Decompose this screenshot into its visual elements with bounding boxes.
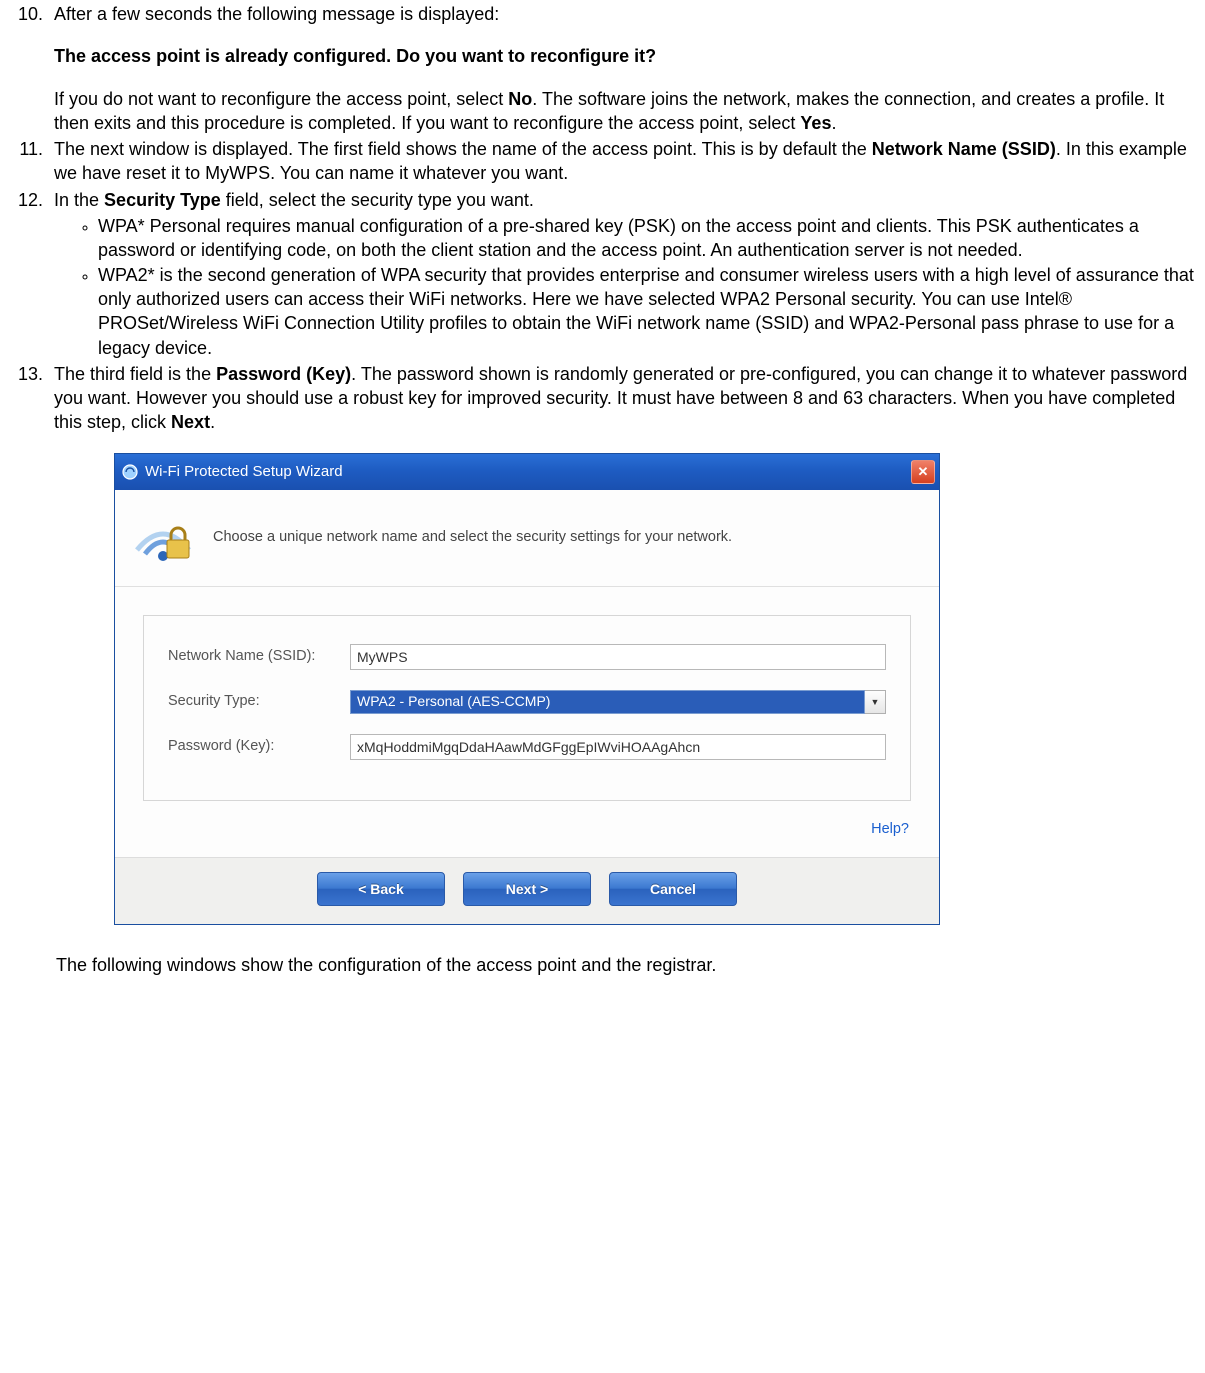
wizard-dialog: Wi-Fi Protected Setup Wizard ✕ bbox=[114, 453, 940, 926]
next-button[interactable]: Next > bbox=[463, 872, 591, 906]
step-12: In the Security Type field, select the s… bbox=[48, 188, 1197, 360]
step-10-post-c: . bbox=[831, 113, 836, 133]
step-13-bold2: Next bbox=[171, 412, 210, 432]
back-button[interactable]: < Back bbox=[317, 872, 445, 906]
banner: Choose a unique network name and select … bbox=[115, 490, 939, 587]
select-sectype[interactable]: WPA2 - Personal (AES-CCMP) ▼ bbox=[350, 690, 886, 714]
step-13-bold1: Password (Key) bbox=[216, 364, 351, 384]
step-10: After a few seconds the following messag… bbox=[48, 2, 1197, 135]
closing-paragraph: The following windows show the configura… bbox=[56, 953, 1197, 977]
cancel-button[interactable]: Cancel bbox=[609, 872, 737, 906]
label-sectype: Security Type: bbox=[168, 692, 350, 712]
step-13-c: . bbox=[210, 412, 215, 432]
help-link[interactable]: Help? bbox=[871, 821, 909, 837]
step-10-boldline: The access point is already configured. … bbox=[54, 46, 656, 66]
row-password: Password (Key): bbox=[168, 734, 886, 760]
step-12-a: In the bbox=[54, 190, 104, 210]
chevron-down-icon: ▼ bbox=[865, 690, 886, 714]
select-sectype-value: WPA2 - Personal (AES-CCMP) bbox=[350, 690, 865, 714]
instruction-list: After a few seconds the following messag… bbox=[10, 2, 1197, 925]
dialog-body: Choose a unique network name and select … bbox=[115, 490, 939, 925]
label-ssid: Network Name (SSID): bbox=[168, 647, 350, 667]
row-ssid: Network Name (SSID): bbox=[168, 644, 886, 670]
close-button[interactable]: ✕ bbox=[911, 460, 935, 484]
step-11-a: The next window is displayed. The first … bbox=[54, 139, 872, 159]
step-12-sub-0: WPA* Personal requires manual configurat… bbox=[98, 214, 1197, 263]
step-12-sub-1: WPA2* is the second generation of WPA se… bbox=[98, 263, 1197, 360]
step-12-bold: Security Type bbox=[104, 190, 221, 210]
wizard-screenshot: Wi-Fi Protected Setup Wizard ✕ bbox=[114, 453, 1197, 926]
banner-text: Choose a unique network name and select … bbox=[213, 528, 732, 548]
form-area: Network Name (SSID): Security Type: WPA2… bbox=[143, 615, 911, 801]
step-10-intro: After a few seconds the following messag… bbox=[54, 4, 499, 24]
dialog-title: Wi-Fi Protected Setup Wizard bbox=[145, 462, 911, 482]
close-icon: ✕ bbox=[918, 463, 929, 481]
step-11: The next window is displayed. The first … bbox=[48, 137, 1197, 186]
row-sectype: Security Type: WPA2 - Personal (AES-CCMP… bbox=[168, 690, 886, 714]
step-10-no: No bbox=[508, 89, 532, 109]
step-10-yes: Yes bbox=[800, 113, 831, 133]
app-icon bbox=[121, 463, 139, 481]
wifi-lock-icon bbox=[131, 510, 195, 566]
step-13-a: The third field is the bbox=[54, 364, 216, 384]
input-ssid[interactable] bbox=[350, 644, 886, 670]
titlebar: Wi-Fi Protected Setup Wizard ✕ bbox=[115, 454, 939, 490]
step-12-sublist: WPA* Personal requires manual configurat… bbox=[54, 214, 1197, 360]
step-11-bold: Network Name (SSID) bbox=[872, 139, 1056, 159]
step-10-post-a: If you do not want to reconfigure the ac… bbox=[54, 89, 508, 109]
step-13: The third field is the Password (Key). T… bbox=[48, 362, 1197, 925]
label-password: Password (Key): bbox=[168, 737, 350, 757]
input-password[interactable] bbox=[350, 734, 886, 760]
step-12-b: field, select the security type you want… bbox=[221, 190, 534, 210]
help-row: Help? bbox=[115, 819, 939, 858]
button-bar: < Back Next > Cancel bbox=[115, 857, 939, 924]
